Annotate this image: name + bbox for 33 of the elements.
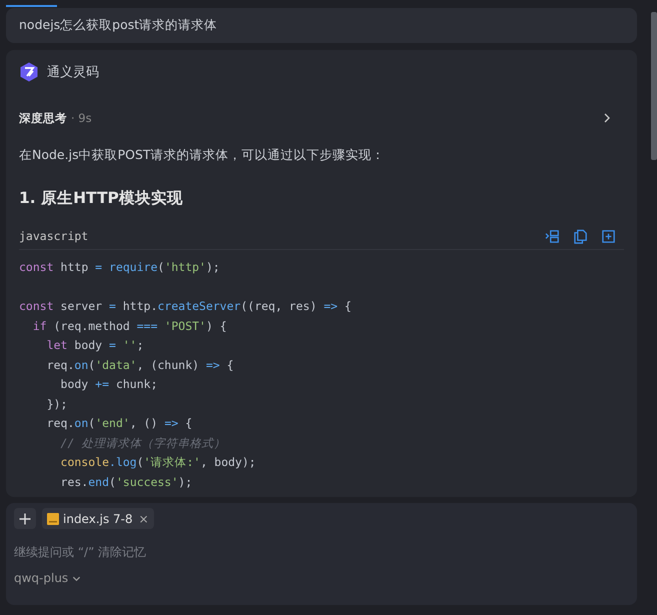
code-line: req.on('data', (chunk) => { — [46, 356, 235, 374]
plus-icon — [19, 512, 31, 524]
code-line: res.end('success'); — [60, 474, 194, 490]
code-language: javascript — [19, 229, 88, 243]
answer-paragraph: 在Node.js中获取POST请求的请求体，可以通过以下步骤实现： — [19, 146, 386, 164]
thinking-label: 深度思考 — [19, 110, 67, 126]
model-dropdown[interactable]: qwq-plus — [14, 571, 82, 585]
code-line: const server = http.createServer((req, res) => { — [19, 298, 352, 315]
code-line: req.on('end', () => { — [46, 415, 194, 432]
new-file-icon[interactable] — [601, 228, 616, 244]
code-line: if (req.method === 'POST') { — [32, 318, 228, 334]
scrollbar-thumb[interactable] — [651, 12, 657, 160]
add-context-button[interactable] — [14, 508, 36, 529]
copy-icon[interactable] — [573, 228, 588, 244]
user-message: nodejs怎么获取post请求的请求体 — [19, 17, 218, 34]
code-line: console.log('请求体:', body); — [60, 454, 257, 471]
context-file-name: index.js 7-8 — [63, 512, 133, 526]
insert-icon[interactable] — [545, 228, 560, 244]
chevron-icon — [602, 113, 612, 123]
section-heading: 1. 原生HTTP模块实现 — [19, 188, 184, 209]
thinking-duration: · 9s — [71, 111, 92, 125]
assistant-name: 通义灵码 — [47, 64, 99, 81]
question-input[interactable]: 继续提问或 “/” 清除记忆 — [14, 541, 629, 563]
js-file-icon — [47, 512, 59, 524]
remove-button[interactable]: × — [136, 512, 149, 526]
code-line: }); — [46, 396, 68, 412]
code-line: body += chunk; — [60, 376, 158, 393]
code-line: // 处理请求体（字符串格式） — [60, 434, 226, 452]
code-line: let body = ''; — [46, 337, 145, 354]
chevron-down-icon — [72, 574, 82, 582]
code-line: const http = require('http'); — [19, 259, 221, 276]
logo-icon — [19, 62, 39, 82]
thinking-toggle[interactable]: 深度思考 · 9s — [19, 105, 624, 131]
